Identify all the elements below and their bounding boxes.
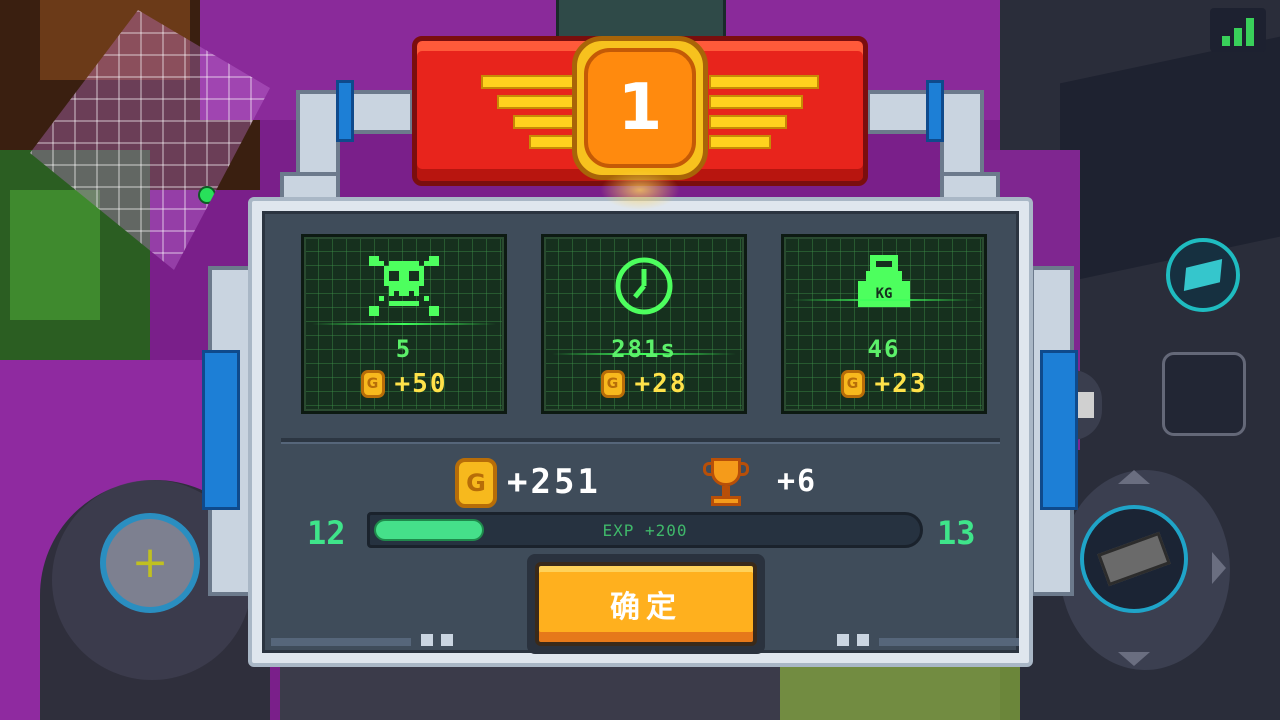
result-panel-body: 5 G +50 281s G +28 KG 46 G +23 G +251 +6… xyxy=(262,211,1019,654)
weapon-next-arrow-icon[interactable] xyxy=(1212,552,1226,584)
pipe-clamp xyxy=(926,80,944,142)
plus-icon: + xyxy=(131,537,169,588)
skull-crossbones-icon xyxy=(304,255,504,317)
result-panel: 5 G +50 281s G +28 KG 46 G +23 G +251 +6… xyxy=(248,197,1033,667)
next-level: 13 xyxy=(937,514,976,552)
footer-square xyxy=(857,634,869,646)
medal-glow xyxy=(600,170,680,210)
weight-value: 46 xyxy=(867,335,901,363)
footer-square xyxy=(421,634,433,646)
weight-kg-label: KG xyxy=(858,281,910,307)
clock-icon xyxy=(544,255,744,317)
kills-value: 5 xyxy=(395,335,413,363)
side-pipe-clamp xyxy=(202,350,240,510)
top-tab xyxy=(556,0,726,40)
trophies-total: +6 xyxy=(777,464,818,499)
weight-kg-icon: KG xyxy=(784,255,984,317)
skill-icon xyxy=(1183,259,1223,291)
time-card: 281s G +28 xyxy=(541,234,747,414)
weapon-button[interactable] xyxy=(1080,505,1188,613)
footer-square xyxy=(441,634,453,646)
exp-label: EXP +200 xyxy=(602,521,688,540)
totals-row: G +251 +6 xyxy=(265,458,1016,514)
weight-reward: G +23 xyxy=(784,369,984,399)
divider xyxy=(281,438,1000,444)
kills-reward-value: +50 xyxy=(394,369,448,399)
weapon-up-arrow-icon[interactable] xyxy=(1118,470,1150,484)
current-level: 12 xyxy=(307,514,346,552)
coin-icon: G xyxy=(455,458,497,508)
pipe-clamp xyxy=(336,80,354,142)
time-reward-value: +28 xyxy=(634,369,688,399)
weapon-icon xyxy=(1097,531,1171,587)
tree-foliage xyxy=(10,190,100,320)
rank-medal: 1 xyxy=(584,48,696,168)
weight-reward-value: +23 xyxy=(874,369,928,399)
coins-total: +251 xyxy=(507,462,601,502)
coin-icon: G xyxy=(840,370,865,398)
signal-strength-icon xyxy=(1210,8,1266,52)
kills-reward: G +50 xyxy=(304,369,504,399)
coin-icon: G xyxy=(360,370,385,398)
scan-line xyxy=(312,323,496,325)
footer-square xyxy=(837,634,849,646)
time-reward: G +28 xyxy=(544,369,744,399)
weapon-down-arrow-icon[interactable] xyxy=(1118,652,1150,666)
joystick-knob[interactable]: + xyxy=(100,513,200,613)
weight-card: KG 46 G +23 xyxy=(781,234,987,414)
coin-icon: G xyxy=(600,370,625,398)
side-pipe-clamp xyxy=(1040,350,1078,510)
scan-line xyxy=(792,299,976,301)
trophy-icon xyxy=(703,458,749,508)
right-wing-icon xyxy=(709,75,829,165)
kills-card: 5 G +50 xyxy=(301,234,507,414)
footer-bar xyxy=(271,638,411,646)
empty-slot-button[interactable] xyxy=(1162,352,1246,436)
exp-bar: EXP +200 xyxy=(367,512,923,548)
time-value: 281s xyxy=(611,335,677,363)
footer-bar xyxy=(879,638,1019,646)
confirm-button[interactable]: 确定 xyxy=(535,562,757,646)
skill-button[interactable] xyxy=(1166,238,1240,312)
